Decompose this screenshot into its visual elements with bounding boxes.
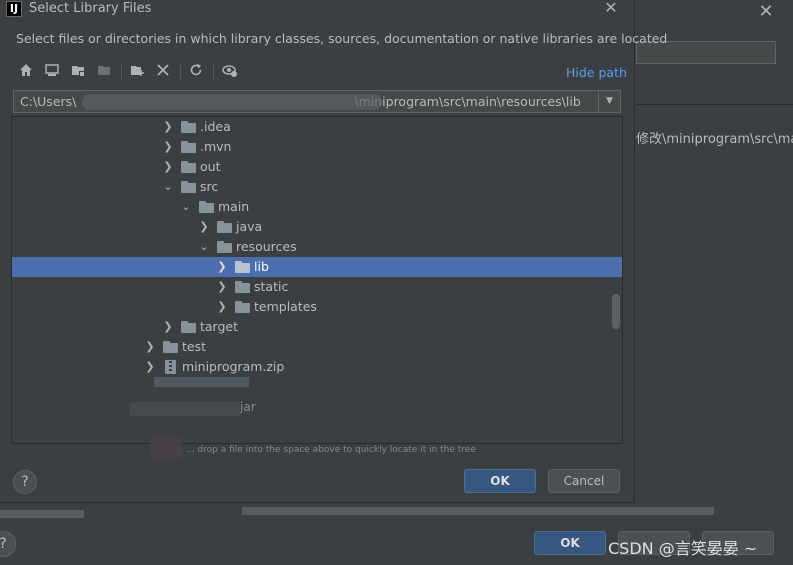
desktop-icon[interactable] xyxy=(43,63,61,81)
refresh-icon[interactable] xyxy=(187,63,205,81)
tree-row-target[interactable]: ❯ target xyxy=(12,317,622,337)
redacted-hint-prefix xyxy=(150,437,182,459)
module-folder-icon[interactable] xyxy=(95,63,113,81)
tree-item-label: target xyxy=(200,319,239,334)
redacted-tree-row xyxy=(154,377,249,387)
folder-icon xyxy=(235,301,250,313)
toolbar-separator xyxy=(180,64,181,80)
chevron-down-icon[interactable]: ⌄ xyxy=(198,238,210,256)
chevron-down-icon[interactable]: ▼ xyxy=(598,91,620,112)
project-folder-icon[interactable] xyxy=(69,63,87,81)
chevron-right-icon[interactable]: ❯ xyxy=(144,338,156,356)
background-help-button[interactable]: ? xyxy=(0,531,16,557)
tree-row-src[interactable]: ⌄ src xyxy=(12,177,622,197)
tree-item-label: java xyxy=(236,219,263,234)
folder-icon xyxy=(181,121,196,133)
tree-row-resources[interactable]: ⌄ resources xyxy=(12,237,622,257)
delete-icon[interactable] xyxy=(154,63,172,81)
tree-item-label: miniprogram.zip xyxy=(182,359,285,374)
folder-icon xyxy=(181,161,196,173)
dialog-title-bar[interactable]: IJ Select Library Files ✕ xyxy=(0,0,635,20)
chevron-right-icon[interactable]: ❯ xyxy=(144,358,156,376)
hide-path-link[interactable]: Hide path xyxy=(566,65,627,80)
folder-icon xyxy=(217,241,232,253)
tree-scrollbar-thumb[interactable] xyxy=(612,294,620,329)
tree-item-label: templates xyxy=(254,299,317,314)
folder-icon xyxy=(163,341,178,353)
background-close-icon[interactable]: ✕ xyxy=(757,3,775,21)
tree-row-idea[interactable]: ❯ .idea xyxy=(12,117,622,137)
zip-archive-icon xyxy=(165,360,176,374)
tree-row-templates[interactable]: ❯ templates xyxy=(12,297,622,317)
folder-icon xyxy=(181,321,196,333)
show-hidden-icon[interactable] xyxy=(221,63,239,81)
folder-icon xyxy=(181,181,196,193)
background-blurred-bar xyxy=(0,510,84,518)
tree-item-label: lib xyxy=(254,259,269,274)
redacted-tree-row xyxy=(130,402,240,416)
tree-row-java[interactable]: ❯ java xyxy=(12,217,622,237)
folder-icon xyxy=(217,221,232,233)
chevron-right-icon[interactable]: ❯ xyxy=(216,278,228,296)
tree-item-label: main xyxy=(218,199,250,214)
background-blurred-bar xyxy=(242,507,714,515)
help-button[interactable]: ? xyxy=(13,470,37,494)
close-icon[interactable]: ✕ xyxy=(603,0,619,16)
intellij-app-icon: IJ xyxy=(6,1,22,17)
drop-hint-area: ... drop a file into the space above to … xyxy=(150,437,620,461)
path-end-text: \miniprogram\src\main\resources\lib xyxy=(354,94,581,109)
background-ok-button[interactable]: OK xyxy=(534,531,606,555)
chevron-right-icon[interactable]: ❯ xyxy=(162,138,174,156)
tree-item-label: resources xyxy=(236,239,297,254)
tree-item-label: src xyxy=(200,179,219,194)
folder-icon xyxy=(235,261,250,273)
dialog-description: Select files or directories in which lib… xyxy=(16,31,668,46)
toolbar-separator xyxy=(213,64,214,80)
ok-button[interactable]: OK xyxy=(464,469,536,493)
file-chooser-toolbar xyxy=(14,61,614,83)
home-icon[interactable] xyxy=(17,63,35,81)
tree-row-test[interactable]: ❯ test xyxy=(12,337,622,357)
tree-row-main[interactable]: ⌄ main xyxy=(12,197,622,217)
redacted-jar-label: jar xyxy=(240,400,256,414)
chevron-right-icon[interactable]: ❯ xyxy=(198,218,210,236)
tree-row-miniprogram-zip[interactable]: ❯ miniprogram.zip xyxy=(12,357,622,377)
path-combobox[interactable]: C:\Users\ \miniprogram\src\main\resources… xyxy=(13,90,621,113)
chevron-right-icon[interactable]: ❯ xyxy=(162,118,174,136)
background-path-text: 修改\miniprogram\src\main xyxy=(636,132,793,147)
tree-item-label: test xyxy=(182,339,207,354)
tree-item-label: out xyxy=(200,159,221,174)
chevron-right-icon[interactable]: ❯ xyxy=(162,318,174,336)
path-redaction-blur xyxy=(82,94,382,110)
chevron-right-icon[interactable]: ❯ xyxy=(216,258,228,276)
tree-item-label: static xyxy=(254,279,289,294)
select-library-files-dialog: IJ Select Library Files ✕ Select files o… xyxy=(0,0,667,503)
path-start-text: C:\Users\ xyxy=(20,94,77,109)
file-tree[interactable]: ❯ .idea ❯ .mvn ❯ out ⌄ src ⌄ main ❯ java… xyxy=(11,116,623,444)
folder-icon xyxy=(235,281,250,293)
tree-item-label: .mvn xyxy=(200,139,232,154)
tree-row-static[interactable]: ❯ static xyxy=(12,277,622,297)
drop-hint-text: ... drop a file into the space above to … xyxy=(186,445,476,455)
folder-icon xyxy=(199,201,214,213)
tree-row-mvn[interactable]: ❯ .mvn xyxy=(12,137,622,157)
folder-icon xyxy=(181,141,196,153)
chevron-down-icon[interactable]: ⌄ xyxy=(180,198,192,216)
chevron-right-icon[interactable]: ❯ xyxy=(216,298,228,316)
watermark: CSDN @言笑晏晏 ~ xyxy=(608,539,758,558)
cancel-button[interactable]: Cancel xyxy=(548,469,620,493)
toolbar-separator xyxy=(121,64,122,80)
chevron-right-icon[interactable]: ❯ xyxy=(162,158,174,176)
new-folder-icon[interactable] xyxy=(128,63,146,81)
background-divider xyxy=(636,104,793,105)
tree-row-lib[interactable]: ❯ lib xyxy=(12,257,622,277)
tree-item-label: .idea xyxy=(200,119,231,134)
tree-row-out[interactable]: ❯ out xyxy=(12,157,622,177)
chevron-down-icon[interactable]: ⌄ xyxy=(162,178,174,196)
dialog-title: Select Library Files xyxy=(29,1,152,16)
